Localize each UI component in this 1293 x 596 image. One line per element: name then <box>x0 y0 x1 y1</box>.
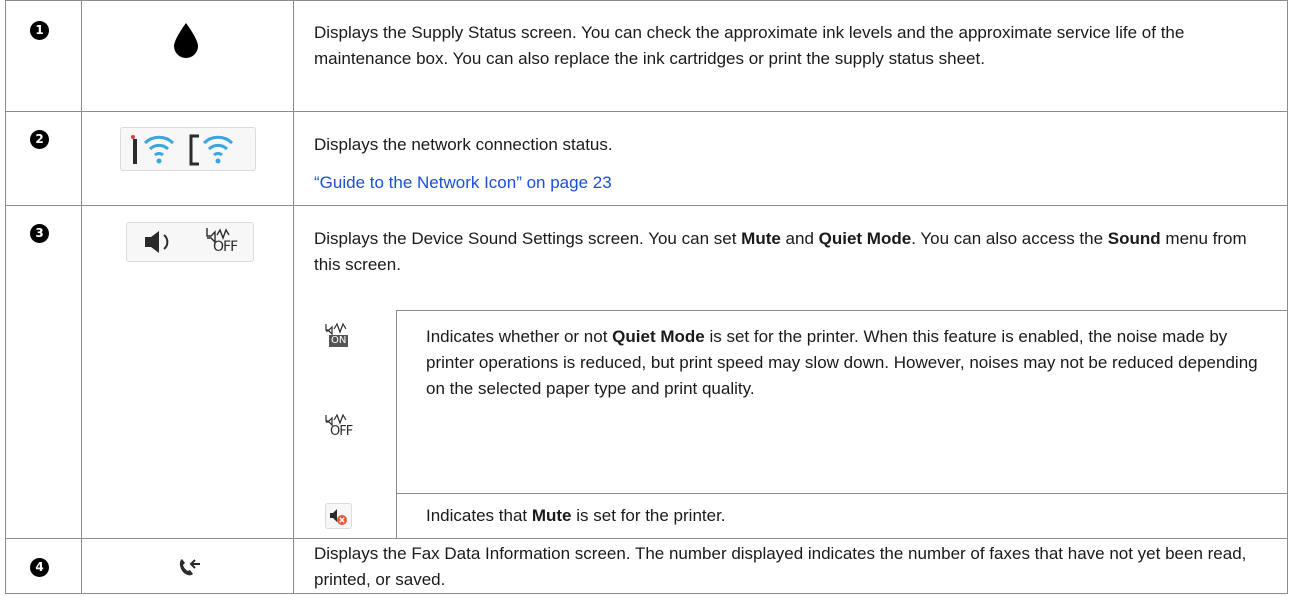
row-description: Displays the Supply Status screen. You c… <box>314 23 1185 68</box>
table-border-right <box>1287 0 1288 594</box>
quiet-mode-off-icon: OFF <box>324 413 354 443</box>
network-icon-guide-link[interactable]: “Guide to the Network Icon” on page 23 <box>314 170 1269 196</box>
quiet-off-label: OFF <box>330 424 353 439</box>
fax-data-icon <box>178 557 202 577</box>
row-description: Displays the network connection status. <box>314 135 613 154</box>
table-border-left <box>5 0 6 594</box>
row-divider <box>5 205 1288 206</box>
menu-icon-table: 1 Displays the Supply Status screen. You… <box>5 0 1288 594</box>
table-border-top <box>5 0 1288 1</box>
sound-settings-icon: OFF <box>126 222 254 262</box>
ink-drop-icon <box>172 22 200 60</box>
table-border-bottom <box>5 593 1288 594</box>
sub-row-divider <box>396 493 1288 494</box>
column-divider <box>293 0 294 594</box>
quiet-mode-on-icon: ON <box>324 322 350 350</box>
sub-row-description: Indicates that Mute is set for the print… <box>426 506 726 525</box>
row-divider <box>5 111 1288 112</box>
sub-row-divider <box>396 310 1288 311</box>
row-number-badge: 4 <box>30 558 49 577</box>
row-description: Displays the Device Sound Settings scree… <box>314 229 1247 274</box>
column-divider <box>81 0 82 594</box>
row-divider <box>5 538 1288 539</box>
mute-icon <box>325 503 352 529</box>
sub-column-divider <box>396 310 397 538</box>
row-description: Displays the Fax Data Information screen… <box>314 544 1247 589</box>
row-number-badge: 3 <box>30 224 49 243</box>
network-status-icon <box>120 127 256 171</box>
sub-row-description: Indicates whether or not Quiet Mode is s… <box>426 327 1258 398</box>
row-number-badge: 1 <box>30 21 49 40</box>
quiet-on-label: ON <box>329 335 349 347</box>
row-number-badge: 2 <box>30 130 49 149</box>
quiet-off-label: OFF <box>213 239 238 255</box>
